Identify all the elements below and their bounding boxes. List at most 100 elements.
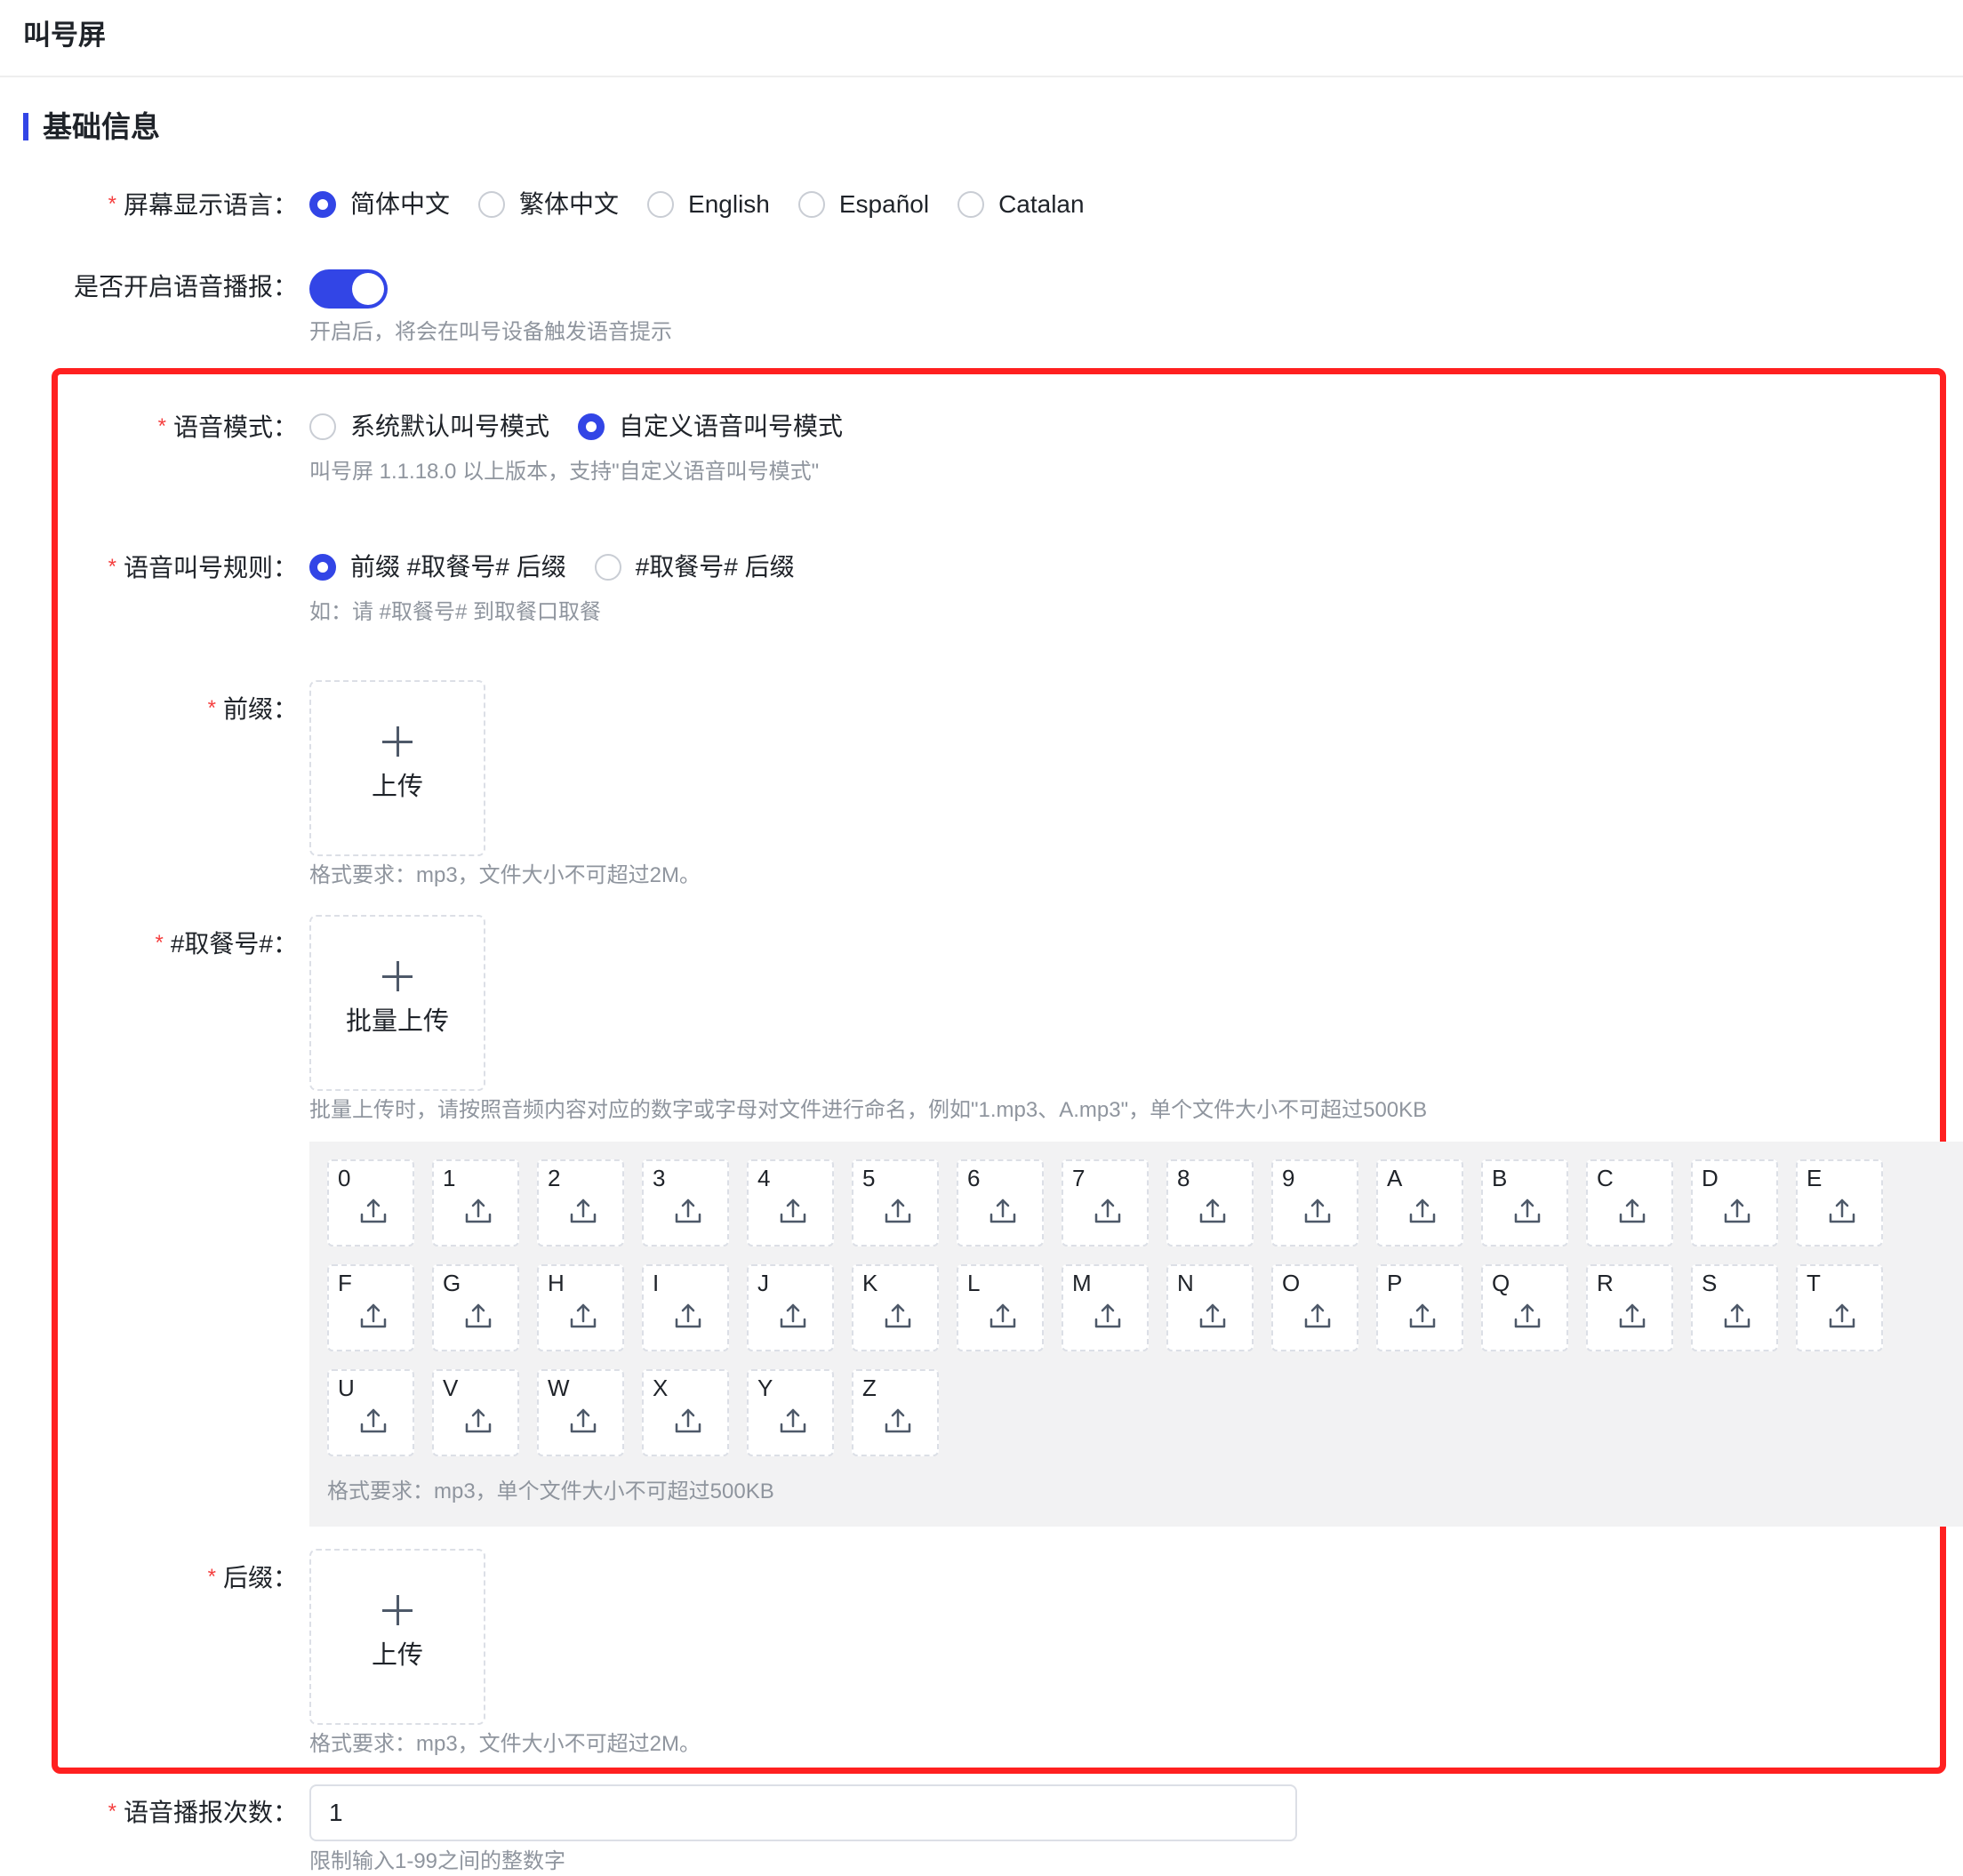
voice-rule-option-0[interactable]: 前缀 #取餐号# 后缀: [309, 551, 566, 583]
screen-language-option-2[interactable]: English: [647, 188, 770, 220]
prefix-upload-label: 上传: [371, 773, 423, 801]
char-upload-tile-P[interactable]: P: [1376, 1264, 1463, 1351]
suffix-upload-button[interactable]: 上传: [309, 1549, 485, 1725]
section-title: 基础信息: [43, 110, 160, 143]
header-divider: [0, 76, 1963, 77]
char-upload-tile-R[interactable]: R: [1586, 1264, 1673, 1351]
voice-mode-option-label: 系统默认叫号模式: [350, 413, 550, 440]
char-upload-tile-I[interactable]: I: [642, 1264, 729, 1351]
required-mark: *: [207, 1565, 216, 1589]
char-label: F: [338, 1270, 352, 1296]
voice-mode-hint: 叫号屏 1.1.18.0 以上版本，支持"自定义语音叫号模式": [309, 460, 820, 484]
prefix-upload-button[interactable]: 上传: [309, 680, 485, 856]
screen-language-option-label: Catalan: [998, 190, 1085, 218]
voice-mode-option-0[interactable]: 系统默认叫号模式: [309, 411, 549, 443]
char-upload-tile-K[interactable]: K: [852, 1264, 939, 1351]
char-upload-tile-H[interactable]: H: [537, 1264, 624, 1351]
char-label: 7: [1072, 1165, 1086, 1191]
char-upload-tile-G[interactable]: G: [432, 1264, 519, 1351]
char-upload-tile-B[interactable]: B: [1481, 1159, 1568, 1247]
char-label: V: [443, 1375, 459, 1401]
radio-circle[interactable]: [309, 191, 336, 218]
char-upload-tile-Y[interactable]: Y: [747, 1369, 834, 1456]
char-label: I: [653, 1270, 660, 1296]
voice-rule-label: * 语音叫号规则：: [108, 554, 298, 581]
voice-mode-option-1[interactable]: 自定义语音叫号模式: [578, 411, 843, 443]
char-upload-tile-F[interactable]: F: [327, 1264, 414, 1351]
char-upload-tile-S[interactable]: S: [1691, 1264, 1778, 1351]
screen-language-option-0[interactable]: 简体中文: [309, 188, 450, 220]
screen-language-option-1[interactable]: 繁体中文: [478, 188, 619, 220]
upload-icon: [462, 1300, 494, 1332]
radio-circle[interactable]: [797, 191, 825, 218]
char-label: U: [338, 1375, 355, 1401]
required-mark: *: [157, 414, 166, 438]
char-label: 5: [862, 1165, 876, 1191]
char-upload-tile-8[interactable]: 8: [1166, 1159, 1254, 1247]
char-label: 2: [548, 1165, 561, 1191]
char-upload-tile-9[interactable]: 9: [1271, 1159, 1358, 1247]
char-upload-tile-A[interactable]: A: [1376, 1159, 1463, 1247]
upload-icon: [1511, 1300, 1543, 1332]
char-label: A: [1387, 1165, 1403, 1191]
char-upload-tile-6[interactable]: 6: [957, 1159, 1044, 1247]
char-upload-tile-X[interactable]: X: [642, 1369, 729, 1456]
char-upload-tile-1[interactable]: 1: [432, 1159, 519, 1247]
pickup-number-label: * #取餐号#：: [155, 930, 298, 958]
char-upload-tile-5[interactable]: 5: [852, 1159, 939, 1247]
upload-icon: [1721, 1300, 1753, 1332]
radio-circle[interactable]: [478, 191, 506, 218]
char-upload-tile-4[interactable]: 4: [747, 1159, 834, 1247]
radio-circle[interactable]: [957, 191, 985, 218]
upload-icon: [1092, 1300, 1124, 1332]
radio-circle[interactable]: [647, 191, 675, 218]
broadcast-count-input[interactable]: 1: [309, 1784, 1297, 1841]
char-upload-tile-E[interactable]: E: [1796, 1159, 1883, 1247]
character-hint: 格式要求：mp3，单个文件大小不可超过500KB: [327, 1479, 774, 1503]
upload-icon: [1616, 1195, 1648, 1227]
char-upload-tile-N[interactable]: N: [1166, 1264, 1254, 1351]
char-upload-tile-W[interactable]: W: [537, 1369, 624, 1456]
char-upload-tile-7[interactable]: 7: [1062, 1159, 1149, 1247]
radio-circle[interactable]: [578, 413, 605, 440]
char-label: 0: [338, 1165, 351, 1191]
screen-language-option-label: 繁体中文: [519, 190, 620, 218]
radio-circle[interactable]: [309, 554, 336, 581]
char-upload-tile-2[interactable]: 2: [537, 1159, 624, 1247]
char-upload-tile-3[interactable]: 3: [642, 1159, 729, 1247]
upload-icon: [1511, 1195, 1543, 1227]
char-upload-tile-T[interactable]: T: [1796, 1264, 1883, 1351]
char-label: C: [1597, 1165, 1614, 1191]
char-label: O: [1282, 1270, 1301, 1296]
char-label: J: [757, 1270, 769, 1296]
char-upload-tile-M[interactable]: M: [1062, 1264, 1149, 1351]
screen-language-option-4[interactable]: Catalan: [957, 188, 1085, 220]
voice-mode-label: * 语音模式：: [157, 413, 298, 441]
char-label: 9: [1282, 1165, 1295, 1191]
voice-rule-hint: 如：请 #取餐号# 到取餐口取餐: [309, 600, 602, 624]
voice-rule-option-1[interactable]: #取餐号# 后缀: [594, 551, 795, 583]
voice-broadcast-hint: 开启后，将会在叫号设备触发语音提示: [309, 320, 672, 344]
batch-upload-button[interactable]: 批量上传: [309, 915, 485, 1091]
char-upload-tile-O[interactable]: O: [1271, 1264, 1358, 1351]
radio-circle[interactable]: [594, 554, 621, 581]
voice-broadcast-toggle[interactable]: [309, 269, 388, 309]
char-upload-tile-V[interactable]: V: [432, 1369, 519, 1456]
char-upload-tile-L[interactable]: L: [957, 1264, 1044, 1351]
char-upload-tile-J[interactable]: J: [747, 1264, 834, 1351]
char-label: K: [862, 1270, 878, 1296]
char-upload-tile-Z[interactable]: Z: [852, 1369, 939, 1456]
char-upload-tile-D[interactable]: D: [1691, 1159, 1778, 1247]
required-mark: *: [108, 1800, 116, 1824]
char-upload-tile-U[interactable]: U: [327, 1369, 414, 1456]
upload-icon: [672, 1300, 704, 1332]
plus-icon: [382, 726, 413, 757]
char-upload-tile-C[interactable]: C: [1586, 1159, 1673, 1247]
char-label: G: [443, 1270, 461, 1296]
char-label: H: [548, 1270, 565, 1296]
char-upload-tile-0[interactable]: 0: [327, 1159, 414, 1247]
radio-circle[interactable]: [309, 413, 336, 440]
char-upload-tile-Q[interactable]: Q: [1481, 1264, 1568, 1351]
screen-language-option-3[interactable]: Español: [797, 188, 929, 220]
char-label: 4: [757, 1165, 771, 1191]
